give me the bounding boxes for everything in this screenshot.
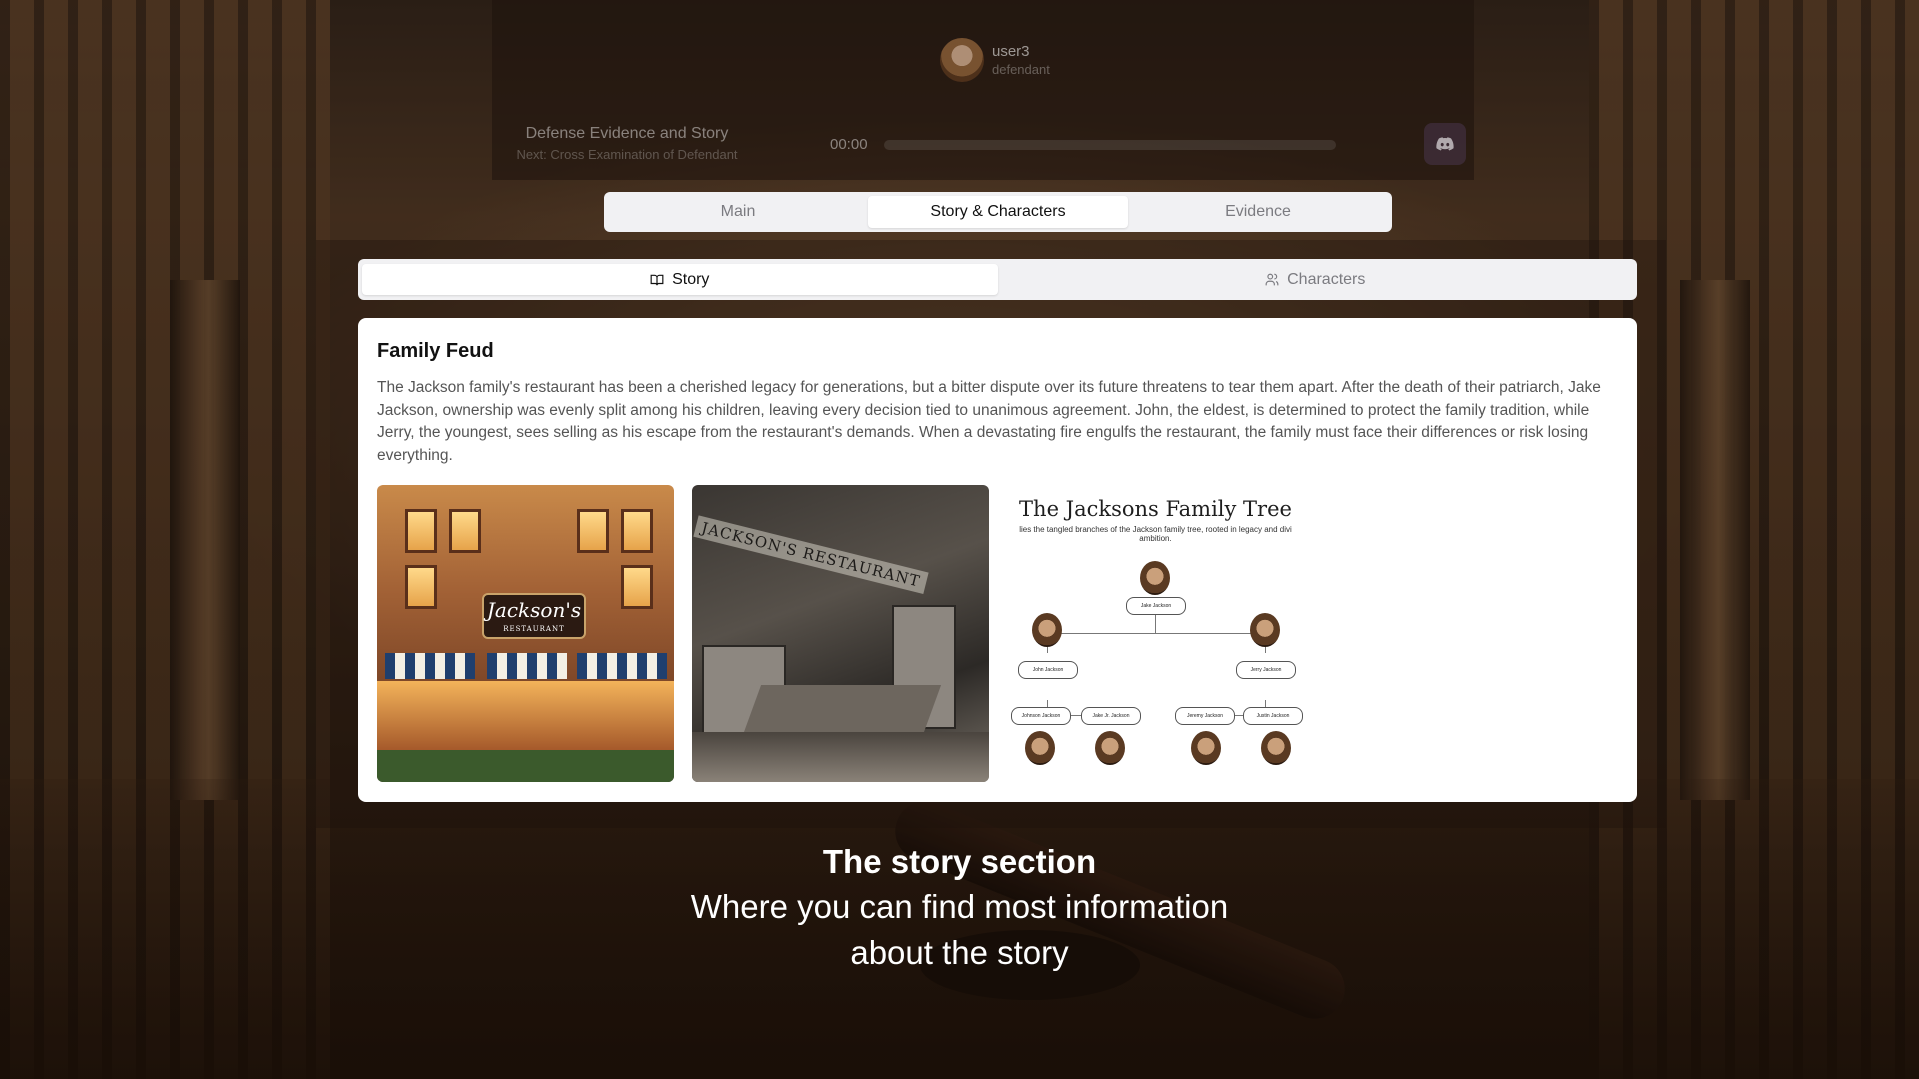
tab-story-label: Story	[672, 270, 710, 288]
restaurant-sign-text: Jackson's	[486, 598, 582, 622]
book-open-icon	[650, 274, 664, 285]
tab-characters[interactable]: Characters	[998, 264, 1634, 295]
tree-member-name: Jake Jackson	[1140, 603, 1172, 609]
tab-characters-label: Characters	[1287, 270, 1366, 288]
tree-member-name: John Jackson	[1032, 667, 1064, 673]
tree-subtitle: lies the tangled branches of the Jackson…	[1019, 525, 1292, 543]
story-text: The Jackson family's restaurant has been…	[377, 379, 1601, 464]
caption-line-1: Where you can find most information	[690, 888, 1229, 925]
restaurant-sign-subtext: RESTAURANT	[503, 625, 565, 633]
burnt-kitchen-image[interactable]: JACKSON'S RESTAURANT	[692, 485, 989, 782]
tree-member-name: Jake Jr. Jackson	[1092, 713, 1130, 719]
family-tree-image[interactable]: The Jacksons Family Tree lies the tangle…	[1007, 485, 1304, 782]
story-title: Family Feud	[377, 340, 494, 362]
tree-member-name: Johnson Jackson	[1021, 713, 1061, 719]
main-tabs: Main Story & Characters Evidence	[604, 192, 1392, 232]
kitchen-banner: JACKSON'S RESTAURANT	[693, 515, 929, 594]
tab-story[interactable]: Story	[362, 264, 998, 295]
story-card: Family Feud The Jackson family's restaur…	[358, 318, 1637, 802]
discord-button[interactable]	[1424, 123, 1466, 165]
user-role: defendant	[992, 62, 1050, 77]
users-icon	[1265, 273, 1279, 286]
user-info: user3 defendant	[940, 38, 1050, 82]
tab-main[interactable]: Main	[608, 196, 868, 228]
avatar	[940, 38, 984, 82]
restaurant-sign: Jackson's RESTAURANT	[482, 593, 586, 639]
phase-info: Defense Evidence and Story Next: Cross E…	[512, 125, 742, 162]
tree-member-name: Jeremy Jackson	[1186, 713, 1224, 719]
tab-story-characters[interactable]: Story & Characters	[868, 196, 1128, 228]
tab-evidence[interactable]: Evidence	[1128, 196, 1388, 228]
story-images: Jackson's RESTAURANT JACKSON'S RESTAURAN…	[377, 485, 1618, 782]
tree-title: The Jacksons Family Tree	[1019, 497, 1292, 521]
tree-member-name: Jerry Jackson	[1250, 667, 1282, 673]
caption-title: The story section	[822, 843, 1097, 880]
discord-icon	[1436, 137, 1454, 151]
sub-tabs: Story Characters	[358, 259, 1637, 300]
timer: 00:00	[830, 136, 868, 153]
restaurant-image[interactable]: Jackson's RESTAURANT	[377, 485, 674, 782]
phase-title: Defense Evidence and Story	[525, 125, 729, 142]
phase-progress-bar	[884, 140, 1336, 150]
user-name: user3	[992, 43, 1030, 60]
phase-next: Next: Cross Examination of Defendant	[516, 147, 738, 162]
caption-line-2: about the story	[850, 934, 1069, 971]
tree-member-name: Justin Jackson	[1256, 713, 1290, 719]
